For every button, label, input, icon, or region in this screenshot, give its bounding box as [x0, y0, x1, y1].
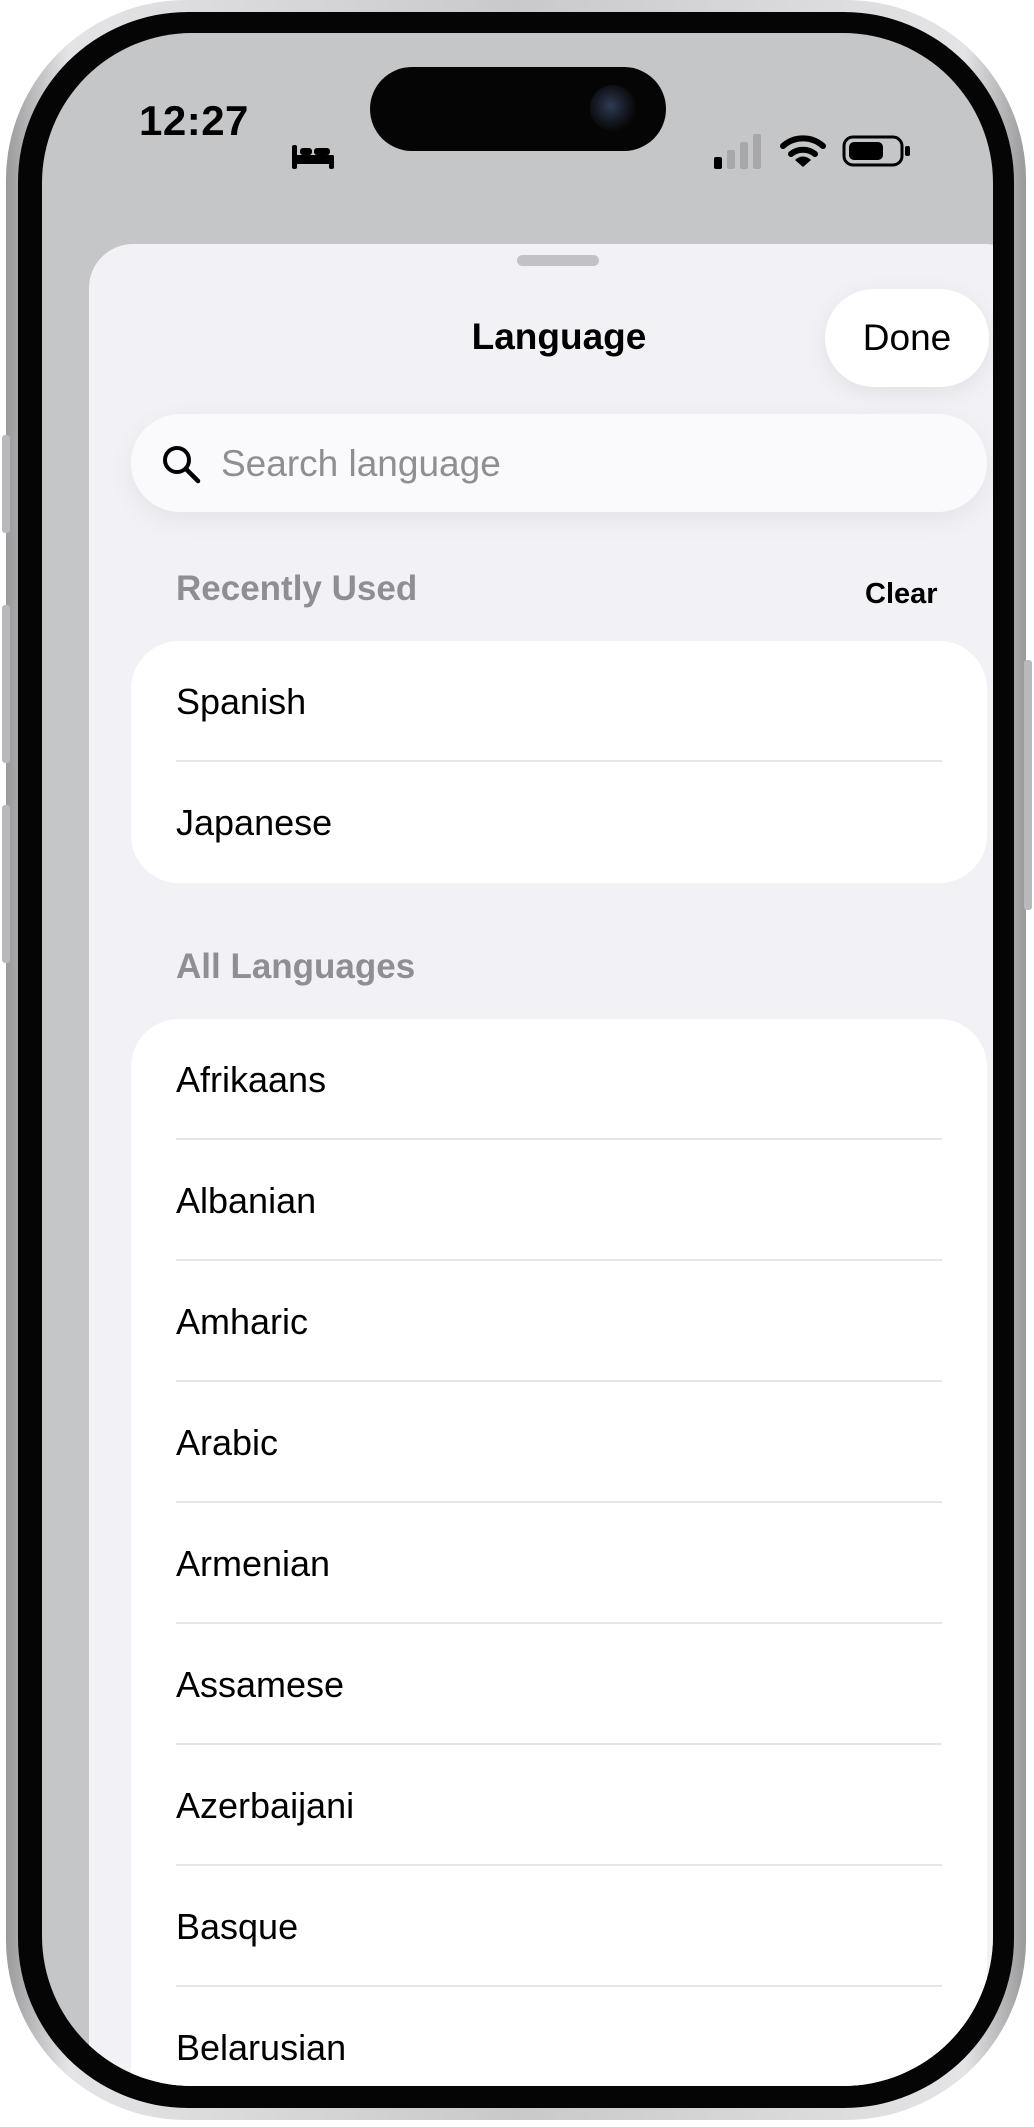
search-bar[interactable] — [131, 414, 987, 514]
list-item-label: Arabic — [176, 1421, 279, 1463]
list-item-spanish[interactable]: Spanish — [131, 641, 987, 762]
status-time: 12:27 — [139, 97, 249, 144]
screen: 12:27 Language Done Re — [42, 33, 993, 2086]
language-sheet: Language Done Recently Used Clear Spanis… — [89, 244, 993, 2086]
wifi-icon — [780, 135, 826, 167]
list-item-label: Afrikaans — [176, 1058, 327, 1100]
list-item-label: Japanese — [176, 801, 333, 843]
list-item-label: Assamese — [176, 1663, 345, 1705]
list-item-belarusian[interactable]: Belarusian — [131, 1987, 987, 2086]
bed-icon — [292, 145, 334, 169]
list-item-azerbaijani[interactable]: Azerbaijani — [131, 1745, 987, 1866]
volume-up-button — [2, 605, 10, 763]
front-camera — [590, 85, 636, 131]
cellular-signal-icon — [714, 134, 761, 169]
volume-down-button — [2, 805, 10, 963]
list-item-label: Spanish — [176, 680, 307, 722]
list-item-armenian[interactable]: Armenian — [131, 1503, 987, 1624]
list-item-label: Belarusian — [176, 2026, 347, 2068]
power-button — [1024, 660, 1032, 910]
list-item-afrikaans[interactable]: Afrikaans — [131, 1019, 987, 1140]
list-item-arabic[interactable]: Arabic — [131, 1382, 987, 1503]
action-button — [2, 435, 10, 533]
all-languages-header: All Languages — [176, 947, 416, 986]
recently-used-list: Spanish Japanese — [131, 641, 987, 883]
list-item-japanese[interactable]: Japanese — [131, 762, 987, 883]
list-item-label: Basque — [176, 1905, 299, 1947]
done-button[interactable]: Done — [825, 289, 989, 387]
battery-icon — [842, 135, 910, 167]
list-item-label: Amharic — [176, 1300, 309, 1342]
all-languages-list: Afrikaans Albanian Amharic Arabic Armeni… — [131, 1019, 987, 2086]
sheet-grabber[interactable] — [517, 255, 599, 266]
list-item-label: Albanian — [176, 1179, 317, 1221]
list-item-label: Azerbaijani — [176, 1784, 355, 1826]
search-input[interactable] — [219, 414, 963, 514]
list-item-assamese[interactable]: Assamese — [131, 1624, 987, 1745]
search-icon — [163, 446, 201, 484]
list-item-amharic[interactable]: Amharic — [131, 1261, 987, 1382]
list-item-basque[interactable]: Basque — [131, 1866, 987, 1987]
list-item-label: Armenian — [176, 1542, 331, 1584]
clear-button[interactable]: Clear — [865, 578, 938, 611]
recently-used-header: Recently Used — [176, 569, 418, 608]
list-item-albanian[interactable]: Albanian — [131, 1140, 987, 1261]
